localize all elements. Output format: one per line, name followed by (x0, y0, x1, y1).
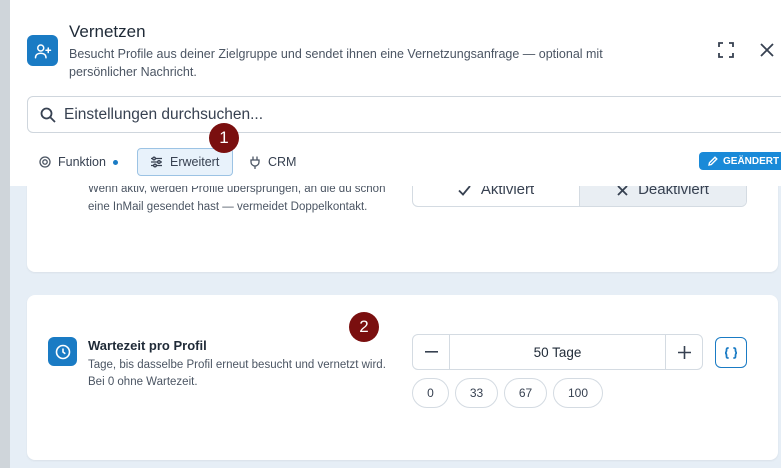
tab-crm[interactable]: CRM (249, 148, 296, 176)
option-label: Aktiviert (480, 186, 535, 198)
panel-header: Vernetzen Besucht Profile aus deiner Zie… (10, 0, 781, 186)
wait-time-value[interactable]: 50 Tage (450, 335, 665, 369)
target-icon (39, 156, 51, 168)
braces-icon (724, 346, 738, 359)
close-button[interactable] (757, 40, 777, 60)
preset-chip[interactable]: 100 (553, 378, 603, 408)
pencil-icon (708, 156, 718, 166)
settings-panel: Vernetzen Besucht Profile aus deiner Zie… (10, 0, 781, 468)
expand-icon (718, 42, 734, 58)
setting-title: Wartezeit pro Profil (88, 338, 207, 353)
preset-chip[interactable]: 67 (504, 378, 547, 408)
decrement-button[interactable] (413, 335, 450, 369)
tab-label: Erweitert (170, 155, 220, 169)
preset-chip[interactable]: 0 (412, 378, 449, 408)
close-icon (760, 43, 774, 57)
check-icon (458, 186, 471, 196)
minus-icon (424, 351, 438, 353)
add-user-icon (27, 35, 58, 66)
search-input[interactable] (64, 97, 764, 132)
option-deactivated[interactable]: Deaktiviert (579, 186, 746, 206)
badge-label: GEÄNDERT (723, 155, 780, 167)
settings-content[interactable]: Wenn aktiv, werden Profile übersprungen,… (10, 186, 781, 468)
wait-time-stepper: 50 Tage (412, 334, 703, 370)
tab-label: Funktion (58, 155, 106, 169)
annotation-marker: 1 (209, 123, 239, 153)
preset-list: 0 33 67 100 (412, 378, 603, 408)
plug-icon (250, 155, 260, 169)
annotation-marker: 2 (349, 312, 379, 342)
setting-description: Wenn aktiv, werden Profile übersprungen,… (88, 186, 386, 213)
variable-button[interactable] (715, 337, 747, 368)
option-activated[interactable]: Aktiviert (413, 186, 579, 206)
x-icon (617, 186, 628, 196)
clock-icon (48, 337, 77, 366)
increment-button[interactable] (665, 335, 702, 369)
panel-title: Vernetzen (69, 22, 146, 41)
search-box[interactable] (27, 96, 781, 133)
search-icon (40, 107, 56, 123)
panel-subtitle: Besucht Profile aus deiner Zielgruppe un… (69, 47, 603, 79)
plus-icon (677, 345, 691, 359)
setting-card-inmail-skip: Wenn aktiv, werden Profile übersprungen,… (27, 186, 778, 272)
sliders-icon (151, 156, 162, 168)
tab-label: CRM (268, 155, 297, 169)
expand-button[interactable] (716, 40, 736, 60)
tab-funktion[interactable]: Funktion (39, 148, 118, 176)
changed-badge: GEÄNDERT (699, 152, 781, 170)
activation-toggle: Aktiviert Deaktiviert (412, 186, 747, 207)
changed-dot (112, 159, 118, 165)
preset-chip[interactable]: 33 (455, 378, 498, 408)
option-label: Deaktiviert (638, 186, 709, 198)
setting-description: Tage, bis dasselbe Profil erneut besucht… (88, 359, 386, 388)
setting-card-wait-time: Wartezeit pro Profil Tage, bis dasselbe … (27, 295, 778, 460)
